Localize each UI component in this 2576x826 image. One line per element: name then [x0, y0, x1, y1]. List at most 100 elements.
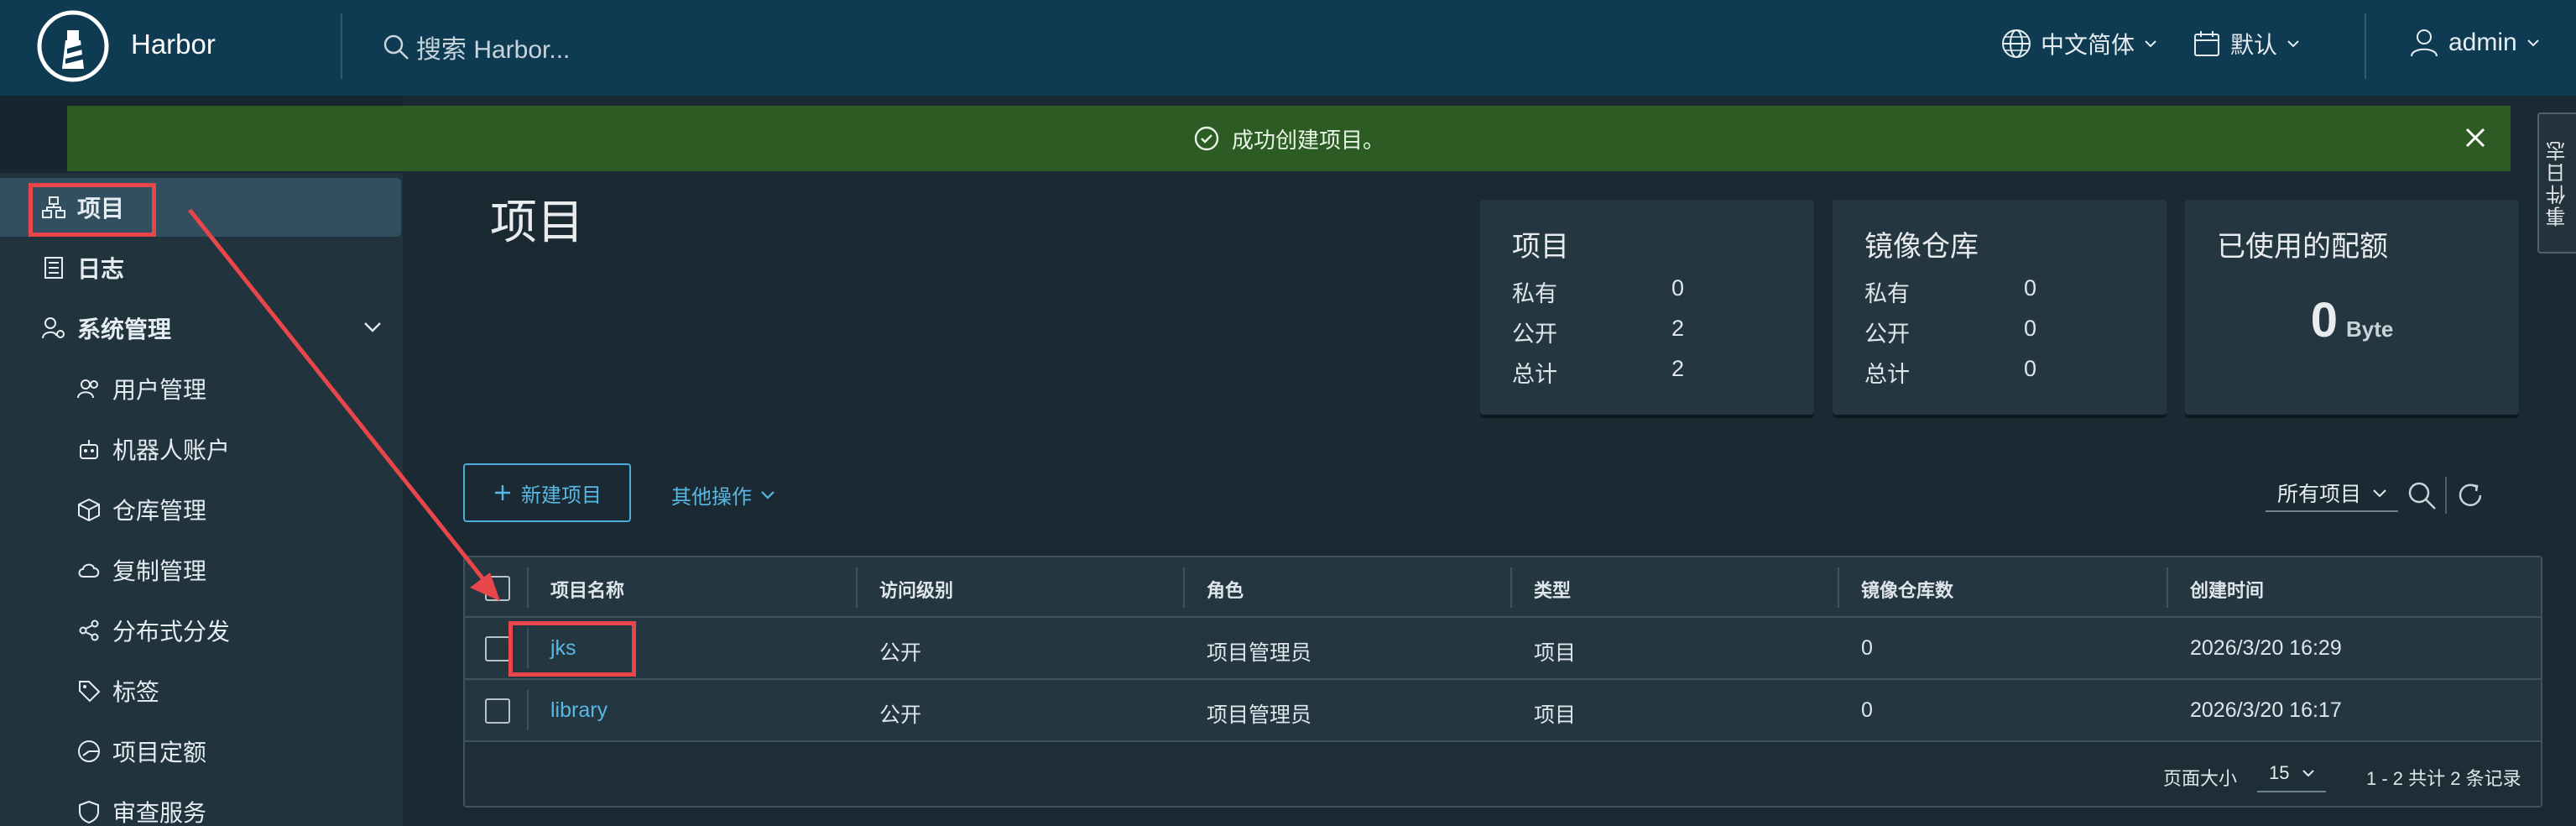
- repo-count: 0: [1861, 636, 1873, 660]
- sidebar-item-users[interactable]: 用户管理: [0, 359, 403, 418]
- column-header-created[interactable]: 创建时间: [2190, 576, 2264, 603]
- sidebar-item-label: 日志: [77, 256, 125, 282]
- search-icon[interactable]: [2405, 478, 2438, 512]
- table-row: jks 公开 项目管理员 项目 0 2026/3/20 16:29: [465, 618, 2541, 680]
- row-checkbox[interactable]: [485, 698, 510, 724]
- toolbar-divider: [2445, 477, 2447, 514]
- column-header-access[interactable]: 访问级别: [879, 576, 953, 603]
- table-row: library 公开 项目管理员 项目 0 2026/3/20 16:17: [465, 680, 2541, 742]
- projects-table: 项目名称 访问级别 角色 类型 镜像仓库数 创建时间 jks 公开 项目管理员 …: [463, 556, 2542, 808]
- username: admin: [2448, 29, 2517, 56]
- project-filter-value: 所有项目: [2277, 483, 2362, 506]
- chevron-down-icon: [2145, 40, 2156, 48]
- harbor-logo-icon[interactable]: [37, 10, 109, 82]
- quota-display: 0 Byte: [2185, 292, 2519, 348]
- sidebar-item-distribution[interactable]: 分布式分发: [0, 601, 403, 660]
- tag-icon: [74, 676, 104, 706]
- column-separator: [1838, 567, 1839, 608]
- share-icon: [74, 615, 104, 646]
- repo-count: 0: [1861, 698, 1873, 722]
- card-label: 总计: [1512, 362, 1557, 387]
- creation-time: 2026/3/20 16:29: [2190, 636, 2342, 660]
- success-alert: 成功创建项目。: [67, 106, 2511, 171]
- highlight-box-jks: [508, 621, 636, 677]
- chevron-down-icon: [761, 490, 774, 499]
- type: 项目: [1534, 641, 1577, 665]
- global-search[interactable]: 搜索 Harbor...: [381, 29, 570, 65]
- sidebar-item-logs[interactable]: 日志: [0, 238, 403, 297]
- chevron-down-icon: [2527, 39, 2539, 47]
- event-log-tab[interactable]: 事件日志: [2537, 112, 2576, 254]
- card-title: 镜像仓库: [1864, 231, 1979, 263]
- theme-label: 默认: [2230, 32, 2278, 58]
- users-icon: [74, 374, 104, 404]
- project-name-link[interactable]: library: [550, 698, 607, 723]
- quota-unit: Byte: [2345, 316, 2394, 342]
- table-footer: 页面大小 15 1 - 2 共计 2 条记录: [465, 744, 2541, 806]
- chevron-down-icon[interactable]: [361, 316, 384, 339]
- page-size-select[interactable]: 15: [2257, 755, 2326, 792]
- sidebar-item-registries[interactable]: 仓库管理: [0, 480, 403, 539]
- shield-icon: [74, 797, 104, 826]
- repositories-summary-card: 镜像仓库 私有 0 公开 0 总计 0: [1833, 200, 2167, 415]
- header-divider: [2365, 13, 2366, 79]
- role: 项目管理员: [1207, 641, 1312, 665]
- column-header-role[interactable]: 角色: [1207, 576, 1244, 603]
- sidebar-item-interrogation[interactable]: 审查服务: [0, 782, 403, 826]
- column-header-type[interactable]: 类型: [1534, 576, 1571, 603]
- chevron-down-icon: [2287, 40, 2299, 48]
- column-header-repo-count[interactable]: 镜像仓库数: [1861, 576, 1953, 603]
- sidebar-item-replications[interactable]: 复制管理: [0, 541, 403, 599]
- alert-message: 成功创建项目。: [1231, 127, 1384, 153]
- sidebar-item-label: 分布式分发: [112, 619, 231, 645]
- select-all-checkbox[interactable]: [485, 576, 510, 601]
- project-filter-select[interactable]: 所有项目: [2266, 475, 2398, 512]
- sidebar-item-robot-accounts[interactable]: 机器人账户: [0, 420, 403, 478]
- user-menu[interactable]: admin: [2408, 27, 2541, 59]
- close-icon[interactable]: [2460, 123, 2490, 153]
- highlight-box-projects: [29, 183, 156, 237]
- column-header-name[interactable]: 项目名称: [550, 576, 624, 603]
- table-header: 项目名称 访问级别 角色 类型 镜像仓库数 创建时间: [465, 557, 2541, 618]
- card-value: 0: [1671, 275, 1685, 301]
- chevron-down-icon: [2373, 489, 2386, 498]
- user-icon: [2411, 29, 2438, 57]
- row-checkbox[interactable]: [485, 636, 510, 661]
- sidebar-item-label: 审查服务: [112, 800, 207, 826]
- more-actions-button[interactable]: 其他操作: [671, 480, 777, 510]
- registry-icon: [74, 494, 104, 525]
- calendar-icon: [2194, 31, 2219, 56]
- theme-selector[interactable]: 默认: [2192, 27, 2301, 60]
- search-icon: [383, 34, 409, 60]
- card-label: 公开: [1864, 322, 1910, 347]
- column-separator: [527, 690, 529, 730]
- search-input[interactable]: 搜索 Harbor...: [416, 29, 570, 65]
- admin-icon: [39, 313, 69, 343]
- quota-summary-card: 已使用的配额 0 Byte: [2185, 200, 2519, 415]
- app-title[interactable]: Harbor: [131, 29, 216, 60]
- sidebar-item-admin[interactable]: 系统管理: [0, 299, 403, 358]
- robot-icon: [74, 434, 104, 464]
- language-label: 中文简体: [2041, 32, 2135, 58]
- refresh-icon[interactable]: [2453, 478, 2487, 512]
- language-selector[interactable]: 中文简体: [2000, 27, 2158, 60]
- card-value: 2: [1671, 356, 1685, 381]
- card-label: 私有: [1864, 281, 1910, 306]
- page-title: 项目: [490, 196, 584, 248]
- role: 项目管理员: [1207, 703, 1312, 727]
- event-log-label: 事件日志: [2546, 139, 2569, 227]
- new-project-button[interactable]: 新建项目: [463, 463, 631, 522]
- card-value: 0: [2024, 275, 2037, 301]
- more-actions-label: 其他操作: [671, 486, 752, 509]
- sidebar-item-labels[interactable]: 标签: [0, 661, 403, 720]
- card-value: 2: [1671, 316, 1685, 341]
- card-label: 总计: [1864, 362, 1910, 387]
- sidebar-item-label: 系统管理: [77, 316, 172, 342]
- logs-icon: [39, 253, 69, 283]
- access-level: 公开: [879, 641, 922, 665]
- sidebar-item-project-quotas[interactable]: 项目定额: [0, 722, 403, 781]
- pagination-summary: 1 - 2 共计 2 条记录: [2366, 768, 2521, 789]
- sidebar-item-label: 复制管理: [112, 558, 207, 584]
- sidebar-item-label: 标签: [112, 679, 160, 705]
- card-title: 已使用的配额: [2217, 231, 2388, 263]
